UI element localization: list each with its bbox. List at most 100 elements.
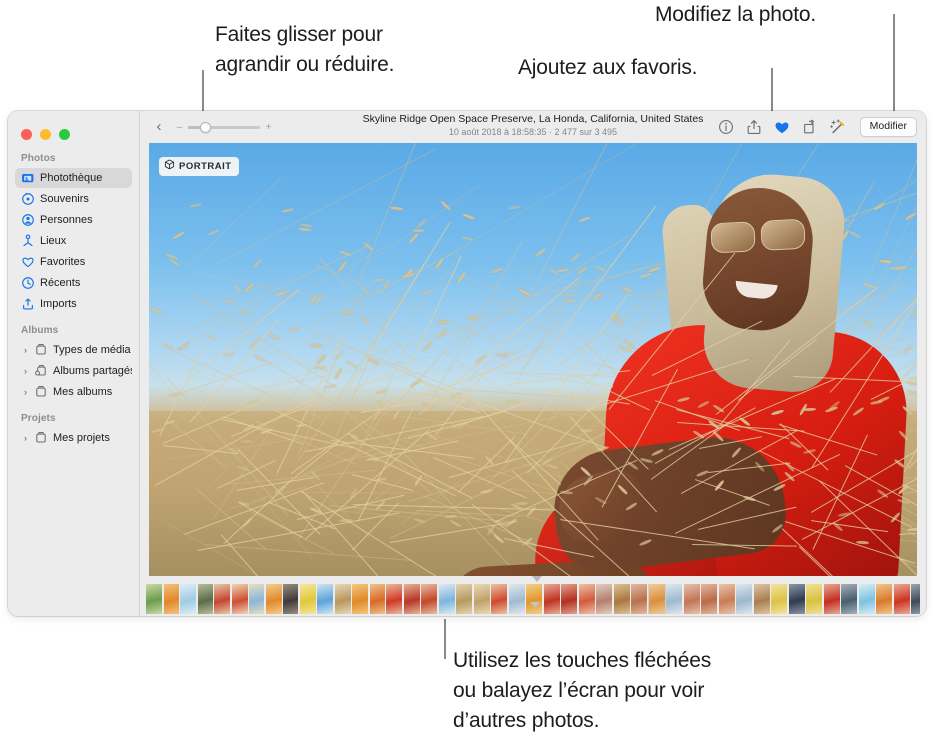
filmstrip-thumbnail[interactable]: [334, 584, 351, 614]
edit-button[interactable]: Modifier: [859, 117, 917, 137]
filmstrip-thumbnail[interactable]: [265, 584, 282, 614]
filmstrip-thumbnail[interactable]: [180, 584, 196, 614]
window-controls[interactable]: [8, 119, 139, 143]
sunglass-lens-left: [710, 221, 756, 254]
filmstrip-thumbnail[interactable]: [718, 584, 735, 614]
photo-viewer[interactable]: PORTRAIT: [149, 143, 917, 576]
filmstrip-thumbnail[interactable]: [771, 584, 787, 614]
filmstrip-thumbnail[interactable]: [317, 584, 333, 614]
sidebar-group-title-projets: Projets: [21, 413, 56, 424]
filmstrip-thumbnail[interactable]: [631, 584, 647, 614]
chevron-left-icon[interactable]: ‹: [150, 118, 168, 136]
filmstrip-thumbnail[interactable]: [858, 584, 875, 614]
sidebar-item-label: Albums partagés: [53, 365, 132, 377]
filmstrip-thumbnail[interactable]: [249, 584, 264, 614]
filmstrip-thumbnail[interactable]: [753, 584, 770, 614]
filmstrip-thumbnail[interactable]: [456, 584, 472, 614]
filmstrip-thumbnail[interactable]: [788, 584, 805, 614]
heart-icon: [21, 255, 35, 269]
filmstrip-thumbnail[interactable]: [473, 584, 490, 614]
filmstrip-thumbnail[interactable]: [823, 584, 840, 614]
rotate-icon[interactable]: [802, 119, 818, 135]
filmstrip-thumbnail[interactable]: [146, 584, 162, 614]
filmstrip-thumbnail[interactable]: [911, 584, 920, 614]
filmstrip-thumbnail[interactable]: [666, 584, 682, 614]
album-icon: [34, 431, 48, 445]
sidebar-item-favorites[interactable]: Favorites: [15, 252, 132, 272]
zoom-button[interactable]: [59, 128, 70, 140]
filmstrip-thumbnail[interactable]: [578, 584, 595, 614]
filmstrip-thumbnail[interactable]: [736, 584, 752, 614]
grass-seed: [411, 228, 425, 233]
filmstrip-thumbnail[interactable]: [683, 584, 700, 614]
leader-line-edit: [893, 14, 895, 118]
zoom-slider-track[interactable]: [188, 121, 260, 133]
sidebar-item-mes-albums[interactable]: › Mes albums: [15, 382, 132, 402]
filmstrip-thumbnails[interactable]: [146, 584, 920, 614]
chevron-right-icon[interactable]: ›: [21, 343, 30, 357]
filmstrip-thumbnail[interactable]: [299, 584, 316, 614]
zoom-slider[interactable]: – +: [176, 121, 272, 133]
chevron-right-icon[interactable]: ›: [21, 431, 30, 445]
filmstrip-thumbnail[interactable]: [613, 584, 630, 614]
filmstrip-thumbnail[interactable]: [491, 584, 507, 614]
filmstrip-thumbnail[interactable]: [561, 584, 577, 614]
minimize-button[interactable]: [40, 128, 51, 140]
zoom-out-label[interactable]: –: [176, 122, 183, 133]
filmstrip-thumbnail[interactable]: [806, 584, 822, 614]
filmstrip-thumbnail[interactable]: [231, 584, 248, 614]
filmstrip-thumbnail[interactable]: [214, 584, 230, 614]
sidebar-item-personnes[interactable]: Personnes: [15, 210, 132, 230]
zoom-in-label[interactable]: +: [265, 122, 272, 133]
share-icon[interactable]: [746, 119, 762, 135]
filmstrip-thumbnail[interactable]: [893, 584, 910, 614]
filmstrip-thumbnail[interactable]: [596, 584, 612, 614]
sidebar-item-mes-projets[interactable]: › Mes projets: [15, 428, 132, 448]
filmstrip-marker-left-icon: [532, 576, 542, 582]
callout-filmstrip: Utilisez les touches fléchées ou balayez…: [453, 649, 711, 732]
filmstrip-thumbnail[interactable]: [421, 584, 437, 614]
sidebar-item-imports[interactable]: Imports: [15, 294, 132, 314]
places-icon: [21, 234, 35, 248]
zoom-slider-knob[interactable]: [200, 121, 211, 133]
callout-favorite: Ajoutez aux favoris.: [518, 56, 698, 79]
photo-library-icon: [21, 171, 35, 185]
filmstrip-thumbnail[interactable]: [386, 584, 402, 614]
close-button[interactable]: [21, 128, 32, 140]
chevron-right-icon[interactable]: ›: [21, 364, 30, 378]
filmstrip-thumbnail[interactable]: [701, 584, 717, 614]
filmstrip-thumbnail[interactable]: [438, 584, 455, 614]
sidebar-item-albums-partages[interactable]: › Albums partagés: [15, 361, 132, 381]
sidebar-item-lieux[interactable]: Lieux: [15, 231, 132, 251]
filmstrip-thumbnail[interactable]: [352, 584, 368, 614]
chevron-right-icon[interactable]: ›: [21, 385, 30, 399]
sidebar-item-label: Souvenirs: [40, 193, 89, 205]
shared-album-icon: [34, 364, 48, 378]
filmstrip-thumbnail[interactable]: [283, 584, 298, 614]
sidebar-item-label: Favorites: [40, 256, 86, 268]
filmstrip-thumbnail[interactable]: [876, 584, 892, 614]
sidebar: Photos Photothèque Souvenirs Personnes L…: [8, 111, 140, 616]
screenshot-root: Faites glisser pour agrandir ou réduire.…: [0, 0, 934, 755]
sidebar-item-label: Mes projets: [53, 432, 110, 444]
filmstrip-thumbnail[interactable]: [369, 584, 385, 614]
heart-filled-icon[interactable]: [774, 119, 790, 135]
enhance-icon[interactable]: [829, 119, 846, 135]
filmstrip-thumbnail[interactable]: [197, 584, 213, 614]
sidebar-item-label: Photothèque: [40, 172, 103, 184]
filmstrip-thumbnail[interactable]: [403, 584, 420, 614]
filmstrip-thumbnail[interactable]: [841, 584, 857, 614]
sidebar-item-souvenirs[interactable]: Souvenirs: [15, 189, 132, 209]
filmstrip[interactable]: [140, 576, 926, 616]
sidebar-item-recents[interactable]: Récents: [15, 273, 132, 293]
info-icon[interactable]: [718, 119, 734, 135]
filmstrip-thumbnail[interactable]: [508, 584, 525, 614]
sunglass-lens-right: [760, 218, 806, 251]
sidebar-item-phototheque[interactable]: Photothèque: [15, 168, 132, 188]
filmstrip-thumbnail[interactable]: [526, 584, 542, 614]
toolbar: ‹ – + Skyline Ridge Open Space Preserve,…: [140, 111, 926, 143]
sidebar-item-types-de-media[interactable]: › Types de média: [15, 340, 132, 360]
filmstrip-thumbnail[interactable]: [543, 584, 560, 614]
filmstrip-thumbnail[interactable]: [647, 584, 666, 614]
filmstrip-thumbnail[interactable]: [163, 584, 179, 614]
